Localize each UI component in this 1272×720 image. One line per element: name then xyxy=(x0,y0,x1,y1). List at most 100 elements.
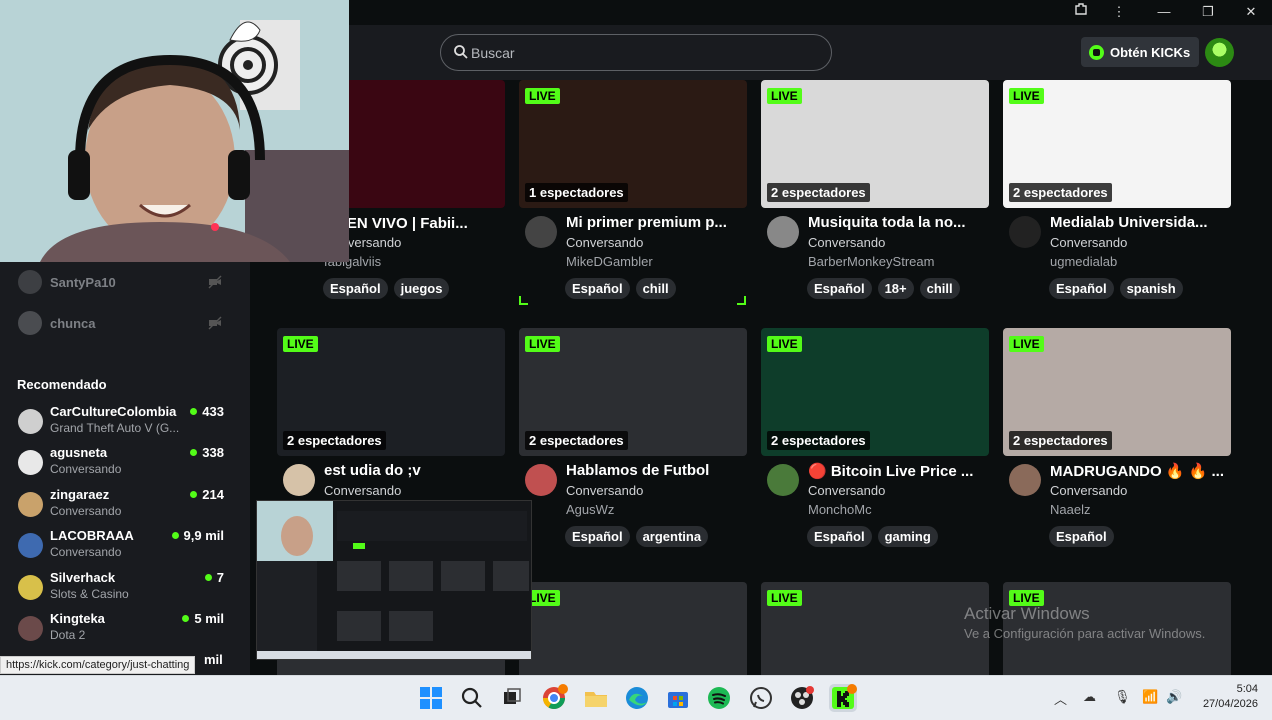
stream-thumbnail[interactable]: LIVE 2 espectadores xyxy=(1003,328,1231,456)
desktop-preview-image xyxy=(257,501,531,659)
stream-thumbnail[interactable]: LIVE 1 espectadores xyxy=(519,80,747,208)
search-icon[interactable] xyxy=(458,684,486,712)
stream-title[interactable]: 🔴 Bitcoin Live Price ... xyxy=(808,462,986,480)
get-kicks-button[interactable]: Obtén KICKs xyxy=(1081,37,1199,67)
stream-title[interactable]: Musiquita toda la no... xyxy=(808,214,986,231)
avatar[interactable] xyxy=(767,216,799,248)
sidebar-item-santypa10[interactable]: SantyPa10 xyxy=(18,270,116,294)
wifi-icon[interactable]: 📶 xyxy=(1142,689,1158,705)
tag-pill[interactable]: Español xyxy=(1049,526,1114,547)
stream-category[interactable]: Conversando xyxy=(808,235,885,250)
live-badge: LIVE xyxy=(1009,88,1044,104)
file-explorer-icon[interactable] xyxy=(582,684,610,712)
sidebar-item-label: chunca xyxy=(50,315,96,331)
search-box[interactable] xyxy=(440,34,832,71)
stream-thumbnail[interactable]: LIVE xyxy=(761,582,989,675)
system-clock[interactable]: 5:04 27/04/2026 xyxy=(1203,682,1258,712)
avatar xyxy=(18,270,42,294)
tag-pill[interactable]: gaming xyxy=(877,526,938,547)
user-avatar[interactable] xyxy=(1205,38,1234,67)
tag-pill[interactable]: Español xyxy=(565,526,630,547)
stream-thumbnail[interactable]: LIVE 2 espectadores xyxy=(761,328,989,456)
tag-pill[interactable]: chill xyxy=(635,278,676,299)
tag-pill[interactable]: 18+ xyxy=(877,278,914,299)
stream-thumbnail[interactable]: LIVE 2 espectadores xyxy=(761,80,989,208)
channel-name[interactable]: ugmedialab xyxy=(1050,254,1117,269)
avatar[interactable] xyxy=(525,464,557,496)
stream-title[interactable]: est udia do ;v xyxy=(324,462,502,479)
onedrive-icon[interactable]: ☁ xyxy=(1083,689,1096,705)
extensions-icon[interactable] xyxy=(1066,2,1096,22)
sidebar-item-lacobraaa[interactable]: LACOBRAAA Conversando 9,9 mil xyxy=(18,527,224,565)
chrome-icon[interactable] xyxy=(540,684,568,712)
channel-name[interactable]: BarberMonkeyStream xyxy=(808,254,934,269)
tray-overflow-chevron-icon[interactable]: ︿ xyxy=(1054,689,1067,708)
channel-name[interactable]: AgusWz xyxy=(566,502,614,517)
webcam-overlay xyxy=(0,0,349,262)
stream-category[interactable]: Conversando xyxy=(808,483,885,498)
channel-name[interactable]: MikeDGambler xyxy=(566,254,653,269)
viewer-count: 214 xyxy=(190,487,224,502)
avatar xyxy=(18,575,43,600)
stream-thumbnail[interactable]: LIVE xyxy=(519,582,747,675)
store-icon[interactable] xyxy=(664,684,692,712)
task-view-icon[interactable] xyxy=(498,684,526,712)
whatsapp-icon[interactable] xyxy=(747,684,775,712)
spotify-icon[interactable] xyxy=(705,684,733,712)
activation-watermark-subtitle: Ve a Configuración para activar Windows. xyxy=(964,626,1206,641)
stream-category[interactable]: Conversando xyxy=(324,483,401,498)
sidebar-item-kingteka[interactable]: Kingteka Dota 2 5 mil xyxy=(18,610,224,648)
sidebar-item-silverhack[interactable]: Silverhack Slots & Casino 7 xyxy=(18,569,224,607)
stream-thumbnail[interactable]: LIVE 2 espectadores xyxy=(519,328,747,456)
sidebar-item-chunca[interactable]: chunca xyxy=(18,311,96,335)
avatar[interactable] xyxy=(283,464,315,496)
sidebar-item-zingaraez[interactable]: zingaraez Conversando 214 xyxy=(18,486,224,524)
avatar[interactable] xyxy=(525,216,557,248)
obs-icon[interactable] xyxy=(788,684,816,712)
clock-time: 5:04 xyxy=(1236,683,1258,695)
live-badge: LIVE xyxy=(1009,336,1044,352)
tag-pill[interactable]: argentina xyxy=(635,526,709,547)
avatar[interactable] xyxy=(1009,216,1041,248)
microphone-icon[interactable]: 🎙 xyxy=(1114,689,1131,705)
close-button[interactable]: ✕ xyxy=(1236,2,1266,22)
search-input[interactable] xyxy=(471,42,811,64)
kick-app-icon[interactable] xyxy=(829,684,857,712)
restore-button[interactable]: ❐ xyxy=(1193,2,1223,22)
channel-name: agusneta xyxy=(50,445,108,460)
channel-name: zingaraez xyxy=(50,487,110,502)
menu-kebab-icon[interactable]: ⋮ xyxy=(1104,2,1134,22)
tag-list: Español spanish xyxy=(1049,278,1183,299)
channel-name[interactable]: MonchoMc xyxy=(808,502,872,517)
avatar[interactable] xyxy=(1009,464,1041,496)
hover-focus-corner xyxy=(737,296,746,305)
avatar xyxy=(18,533,43,558)
tag-pill[interactable]: juegos xyxy=(393,278,450,299)
avatar[interactable] xyxy=(767,464,799,496)
stream-title[interactable]: Mi primer premium p... xyxy=(566,214,744,231)
stream-title[interactable]: Hablamos de Futbol xyxy=(566,462,744,479)
tag-pill[interactable]: Español xyxy=(807,526,872,547)
tag-pill[interactable]: spanish xyxy=(1119,278,1183,299)
tag-pill[interactable]: Español xyxy=(565,278,630,299)
stream-title[interactable]: Medialab Universida... xyxy=(1050,214,1228,231)
tag-pill[interactable]: chill xyxy=(919,278,960,299)
stream-category[interactable]: Conversando xyxy=(566,483,643,498)
stream-thumbnail[interactable]: LIVE 2 espectadores xyxy=(277,328,505,456)
edge-icon[interactable] xyxy=(623,684,651,712)
stream-category[interactable]: Conversando xyxy=(566,235,643,250)
windows-start-icon[interactable] xyxy=(417,684,445,712)
stream-title[interactable]: MADRUGANDO 🔥 🔥 ... xyxy=(1050,462,1228,480)
stream-category[interactable]: Conversando xyxy=(1050,483,1127,498)
volume-icon[interactable]: 🔊 xyxy=(1166,689,1182,705)
channel-name[interactable]: Naaelz xyxy=(1050,502,1090,517)
stream-thumbnail[interactable]: LIVE 2 espectadores xyxy=(1003,80,1231,208)
stream-title[interactable]: 🔴 EN VIVO | Fabii... xyxy=(324,214,502,232)
tag-pill[interactable]: Español xyxy=(807,278,872,299)
sidebar-item-carculturecolombia[interactable]: CarCultureColombia Grand Theft Auto V (G… xyxy=(18,403,224,441)
minimize-button[interactable]: — xyxy=(1149,2,1179,22)
tag-pill[interactable]: Español xyxy=(323,278,388,299)
sidebar-item-agusneta[interactable]: agusneta Conversando 338 xyxy=(18,444,224,482)
tag-pill[interactable]: Español xyxy=(1049,278,1114,299)
stream-category[interactable]: Conversando xyxy=(1050,235,1127,250)
